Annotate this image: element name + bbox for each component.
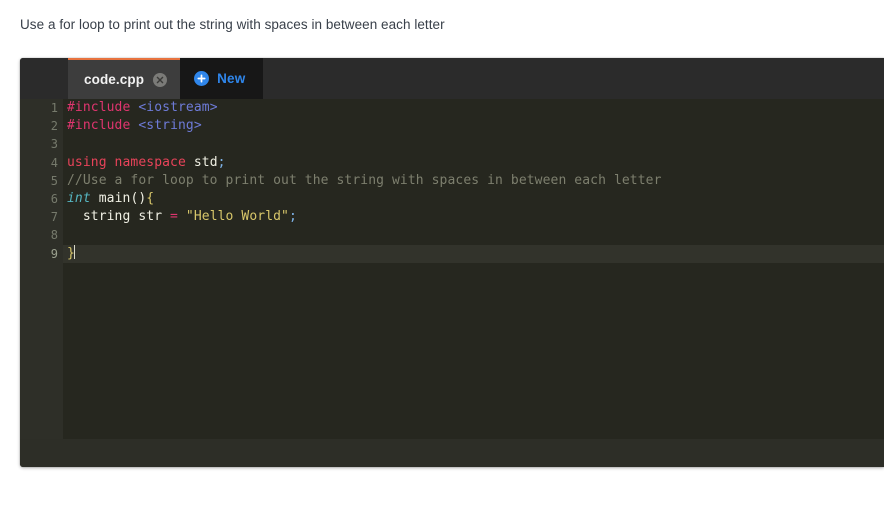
code-text-area[interactable]: #include <iostream> #include <string> usin… (63, 99, 884, 439)
new-file-button[interactable]: New (180, 58, 264, 99)
code-token: std (193, 154, 218, 170)
code-editor-panel: code.cpp New 1 2 3 4 5 6 7 8 9 #include <iostrea… (20, 58, 884, 467)
line-number-value: 6 (50, 191, 58, 206)
code-line[interactable] (63, 135, 884, 153)
line-number-value: 1 (50, 101, 58, 115)
code-token: <iostream> (138, 100, 218, 115)
code-line[interactable]: using namespace std; (63, 154, 884, 172)
code-line[interactable] (63, 226, 884, 244)
line-number: 3 (20, 135, 63, 153)
code-token: <string> (138, 118, 202, 134)
code-surface: 123456789 #include <iostream> #include <s… (20, 99, 884, 439)
plus-circle-icon (194, 71, 210, 86)
code-token: //Use a for loop to print out the string… (67, 172, 662, 188)
line-number: 5 (20, 172, 63, 190)
tab-code-cpp[interactable]: code.cpp (68, 58, 181, 99)
line-number: 6 (20, 190, 70, 208)
prompt-text: Use a for loop to print out the string w… (20, 17, 445, 32)
line-number-value: 8 (50, 228, 58, 243)
line-number-value: 7 (50, 210, 58, 225)
code-token: = (170, 209, 178, 225)
code-line[interactable]: #include <iostream> (63, 99, 884, 117)
new-file-label: New (217, 71, 246, 86)
line-number-gutter: 1 2 3 4 5 6 7 8 9 (20, 99, 70, 439)
editor-panel-footer (20, 439, 884, 467)
code-token: using namespace (67, 154, 186, 170)
close-circle-icon[interactable] (153, 72, 168, 87)
line-number: 1 (20, 99, 63, 117)
code-token: string str (67, 209, 171, 225)
code-token: ; (217, 154, 226, 170)
line-number: 7 (20, 208, 63, 226)
code-token: #include (67, 118, 131, 134)
code-token: "Hello World" (185, 209, 289, 225)
code-line[interactable]: string str = "Hello World"; (63, 208, 884, 226)
line-number: 8 (20, 226, 63, 244)
line-number: 4 (20, 154, 63, 172)
code-line[interactable]: #include <string> (63, 117, 884, 135)
tab-strip-leading-spacer (20, 58, 68, 99)
tab-label: code.cpp (84, 72, 145, 87)
code-token: { (146, 190, 155, 206)
editor-tab-strip: code.cpp New (20, 58, 884, 99)
code-token: ; (288, 209, 297, 225)
code-line[interactable]: } (63, 244, 884, 263)
line-number: 2 (20, 117, 63, 135)
code-line[interactable]: //Use a for loop to print out the string… (63, 172, 884, 190)
tab-strip-empty-area (263, 58, 884, 99)
code-token: int (67, 190, 91, 206)
text-cursor (74, 244, 76, 259)
code-token: () (130, 190, 147, 206)
line-number-value: 3 (50, 137, 58, 152)
line-number-value: 2 (50, 119, 58, 134)
code-line[interactable]: int main(){ (63, 190, 884, 208)
line-number: 9 (20, 245, 63, 263)
code-token: #include (67, 100, 131, 115)
line-number-value: 4 (50, 155, 58, 170)
line-number-value: 9 (50, 246, 58, 261)
code-token: main (98, 190, 131, 206)
line-number-value: 5 (50, 173, 58, 188)
